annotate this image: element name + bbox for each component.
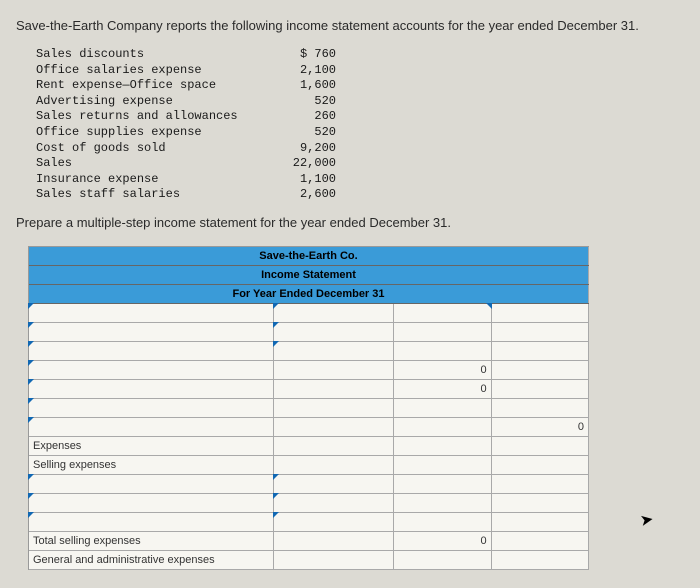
cell <box>274 436 394 455</box>
acct-value: 22,000 <box>266 156 336 172</box>
acct-label: Advertising expense <box>36 94 266 110</box>
cell <box>394 417 491 436</box>
cell-computed: 0 <box>394 360 491 379</box>
accounts-block: Sales discounts Office salaries expense … <box>36 47 684 203</box>
cell <box>491 360 588 379</box>
table-row <box>29 341 589 360</box>
cell-input[interactable] <box>29 379 274 398</box>
table-row: 0 <box>29 379 589 398</box>
cell <box>394 436 491 455</box>
cell-input[interactable] <box>274 474 394 493</box>
acct-label: Office supplies expense <box>36 125 266 141</box>
cell-input[interactable] <box>29 493 274 512</box>
table-row: Total selling expenses 0 <box>29 531 589 550</box>
table-row: 0 <box>29 360 589 379</box>
acct-label: Office salaries expense <box>36 63 266 79</box>
instruction-text: Prepare a multiple-step income statement… <box>16 215 684 230</box>
cell-input[interactable] <box>394 303 491 322</box>
cell-computed: 0 <box>394 379 491 398</box>
table-row: General and administrative expenses <box>29 550 589 569</box>
acct-label: Sales <box>36 156 266 172</box>
acct-label: Cost of goods sold <box>36 141 266 157</box>
cell-input[interactable] <box>29 398 274 417</box>
cell-input[interactable] <box>29 303 274 322</box>
cell <box>491 455 588 474</box>
acct-label: Insurance expense <box>36 172 266 188</box>
acct-value: 260 <box>266 109 336 125</box>
cell <box>394 512 491 531</box>
cell-input[interactable] <box>274 341 394 360</box>
acct-value: 1,100 <box>266 172 336 188</box>
table-row <box>29 398 589 417</box>
cell <box>394 341 491 360</box>
problem-intro: Save-the-Earth Company reports the follo… <box>16 18 684 33</box>
cell <box>274 550 394 569</box>
cell-input[interactable] <box>29 360 274 379</box>
cell <box>274 398 394 417</box>
sheet-title: Save-the-Earth Co. <box>29 247 589 266</box>
cell <box>491 322 588 341</box>
cell <box>491 531 588 550</box>
acct-label: Sales discounts <box>36 47 266 63</box>
cell-computed: 0 <box>394 531 491 550</box>
table-row <box>29 493 589 512</box>
cell <box>491 512 588 531</box>
table-row <box>29 322 589 341</box>
cell-input[interactable] <box>274 322 394 341</box>
cell <box>491 341 588 360</box>
table-row <box>29 512 589 531</box>
cell <box>394 322 491 341</box>
total-selling-label: Total selling expenses <box>29 531 274 550</box>
cell <box>491 379 588 398</box>
acct-value: 1,600 <box>266 78 336 94</box>
spreadsheet: Save-the-Earth Co. Income Statement For … <box>28 246 589 570</box>
table-row: Expenses <box>29 436 589 455</box>
table-row <box>29 303 589 322</box>
cell-input[interactable] <box>274 512 394 531</box>
cell-input[interactable] <box>29 322 274 341</box>
ga-expenses-label: General and administrative expenses <box>29 550 274 569</box>
cell-input[interactable] <box>274 303 394 322</box>
cell <box>394 493 491 512</box>
table-row <box>29 474 589 493</box>
acct-label: Rent expense—Office space <box>36 78 266 94</box>
cell-input[interactable] <box>29 417 274 436</box>
cell <box>491 474 588 493</box>
cell <box>274 379 394 398</box>
cell <box>491 303 588 322</box>
cell <box>274 455 394 474</box>
acct-value: 9,200 <box>266 141 336 157</box>
cell <box>394 398 491 417</box>
cell <box>274 417 394 436</box>
acct-value: 2,100 <box>266 63 336 79</box>
table-row: Selling expenses <box>29 455 589 474</box>
acct-value: 520 <box>266 94 336 110</box>
cell-computed: 0 <box>491 417 588 436</box>
cell <box>491 436 588 455</box>
sheet-period: For Year Ended December 31 <box>29 284 589 303</box>
cell-input[interactable] <box>29 474 274 493</box>
acct-value: 2,600 <box>266 187 336 203</box>
selling-expenses-label: Selling expenses <box>29 455 274 474</box>
cell <box>394 455 491 474</box>
cell <box>274 531 394 550</box>
acct-label: Sales staff salaries <box>36 187 266 203</box>
acct-label: Sales returns and allowances <box>36 109 266 125</box>
cell-input[interactable] <box>29 341 274 360</box>
cell <box>394 474 491 493</box>
cell <box>394 550 491 569</box>
cell <box>491 550 588 569</box>
acct-value: $ 760 <box>266 47 336 63</box>
cell-input[interactable] <box>274 493 394 512</box>
cell <box>491 398 588 417</box>
expenses-label: Expenses <box>29 436 274 455</box>
cell-input[interactable] <box>29 512 274 531</box>
table-row: 0 <box>29 417 589 436</box>
sheet-subtitle: Income Statement <box>29 265 589 284</box>
acct-value: 520 <box>266 125 336 141</box>
cell <box>274 360 394 379</box>
cell <box>491 493 588 512</box>
